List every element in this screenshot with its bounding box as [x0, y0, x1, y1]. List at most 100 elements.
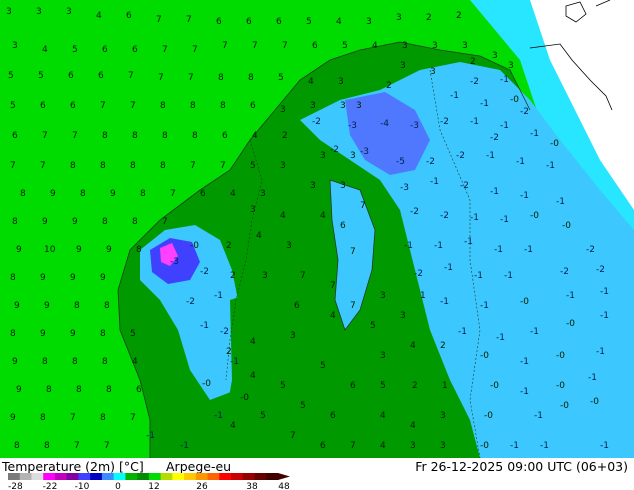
temperature-label: -1 — [600, 287, 609, 297]
temperature-label: -1 — [588, 373, 597, 383]
temperature-label: 5 — [260, 411, 266, 421]
temperature-label: 3 — [402, 41, 408, 51]
temperature-label: 9 — [50, 189, 56, 199]
temperature-label: 6 — [340, 221, 346, 231]
temperature-label: 8 — [160, 101, 166, 111]
temperature-label: 4 — [230, 421, 236, 431]
temperature-label: 8 — [132, 217, 138, 227]
temperature-label: -1 — [214, 291, 223, 301]
temperature-label: 8 — [10, 329, 16, 339]
temperature-label: 9 — [14, 301, 20, 311]
model-name: Arpege-eu — [166, 459, 232, 474]
temperature-label: -1 — [496, 333, 505, 343]
temperature-label: 8 — [102, 131, 108, 141]
temperature-label: 3 — [340, 181, 346, 191]
temperature-label: -0 — [202, 379, 211, 389]
color-scale-arrow — [278, 473, 290, 480]
temperature-label: 4 — [280, 211, 286, 221]
temperature-label: 8 — [136, 245, 142, 255]
temperature-label: -1 — [500, 215, 509, 225]
temperature-label: 8 — [248, 73, 254, 83]
color-scale-swatch — [125, 473, 138, 480]
temperature-label: -1 — [230, 357, 239, 367]
temperature-label: 8 — [20, 189, 26, 199]
temperature-label: 8 — [102, 217, 108, 227]
temperature-label: -1 — [516, 157, 525, 167]
temperature-label: 6 — [126, 11, 132, 21]
temperature-label: 7 — [100, 101, 106, 111]
color-scale-swatch — [242, 473, 256, 480]
temperature-label: -2 — [456, 151, 465, 161]
temperature-label: -0 — [562, 221, 571, 231]
temperature-label: 7 — [188, 73, 194, 83]
color-scale-swatch — [254, 473, 267, 480]
temperature-label: -2 — [490, 133, 499, 143]
temperature-label: -3 — [348, 121, 357, 131]
temperature-label: 7 — [74, 441, 80, 451]
temperature-label: 7 — [190, 161, 196, 171]
temperature-label: 3 — [310, 181, 316, 191]
temperature-label: -2 — [330, 145, 339, 155]
temperature-label: 2 — [426, 13, 432, 23]
temperature-label: -1 — [534, 411, 543, 421]
temperature-label: 3 — [400, 311, 406, 321]
temperature-label: 9 — [110, 189, 116, 199]
color-scale-swatch — [113, 473, 126, 480]
temperature-label: 6 — [68, 71, 74, 81]
temperature-label: -1 — [530, 327, 539, 337]
temperature-label: 6 — [250, 101, 256, 111]
temperature-label: 8 — [10, 273, 16, 283]
temperature-label: -1 — [430, 177, 439, 187]
temperature-label: 9 — [40, 273, 46, 283]
temperature-label: -2 — [312, 117, 321, 127]
temperature-label: 7 — [350, 441, 356, 451]
temperature-label: -1 — [596, 347, 605, 357]
temperature-label: 6 — [136, 385, 142, 395]
color-scale-swatch — [54, 473, 68, 480]
temperature-label: -0 — [484, 411, 493, 421]
temperature-label: 4 — [410, 421, 416, 431]
temperature-label: 9 — [70, 329, 76, 339]
temperature-label: -1 — [434, 241, 443, 251]
color-scale-tick-label: -22 — [43, 482, 58, 490]
temperature-label: 2 — [226, 241, 232, 251]
temperature-label: 7 — [162, 217, 168, 227]
temperature-label: 6 — [330, 411, 336, 421]
temperature-label: 3 — [410, 441, 416, 451]
temperature-label: 3 — [430, 67, 436, 77]
temperature-label: 7 — [350, 247, 356, 257]
temperature-label: 7 — [162, 45, 168, 55]
temperature-label: 4 — [132, 357, 138, 367]
temperature-label: 6 — [350, 381, 356, 391]
temperature-label: 7 — [10, 161, 16, 171]
temperature-label: 7 — [40, 161, 46, 171]
color-scale-swatch — [184, 473, 197, 480]
temperature-label: 6 — [12, 131, 18, 141]
temperature-label: -1 — [520, 191, 529, 201]
color-scale-swatch — [160, 473, 173, 480]
temperature-label: -0 — [560, 401, 569, 411]
temperature-label: 5 — [342, 41, 348, 51]
temperature-label: 3 — [6, 7, 12, 17]
temperature-label: 7 — [300, 271, 306, 281]
color-scale-tick-label: 12 — [148, 482, 159, 490]
temperature-label: 7 — [252, 41, 258, 51]
temperature-label: 3 — [366, 17, 372, 27]
temperature-label: 8 — [74, 301, 80, 311]
temperature-label: -0 — [480, 351, 489, 361]
temperature-label: 7 — [350, 301, 356, 311]
temperature-label: 6 — [200, 189, 206, 199]
temperature-label: 3 — [262, 271, 268, 281]
temperature-label: -1 — [480, 99, 489, 109]
color-scale-swatch — [90, 473, 103, 480]
temperature-label: 9 — [100, 273, 106, 283]
temperature-label: 6 — [70, 101, 76, 111]
temperature-label: -0 — [480, 441, 489, 451]
temperature-label: -1 — [520, 387, 529, 397]
temperature-label: 3 — [432, 41, 438, 51]
color-scale-swatch — [195, 473, 209, 480]
temperature-label: 7 — [222, 41, 228, 51]
temperature-label: 4 — [308, 77, 314, 87]
temperature-label: 6 — [294, 301, 300, 311]
temperature-label: -1 — [540, 441, 549, 451]
